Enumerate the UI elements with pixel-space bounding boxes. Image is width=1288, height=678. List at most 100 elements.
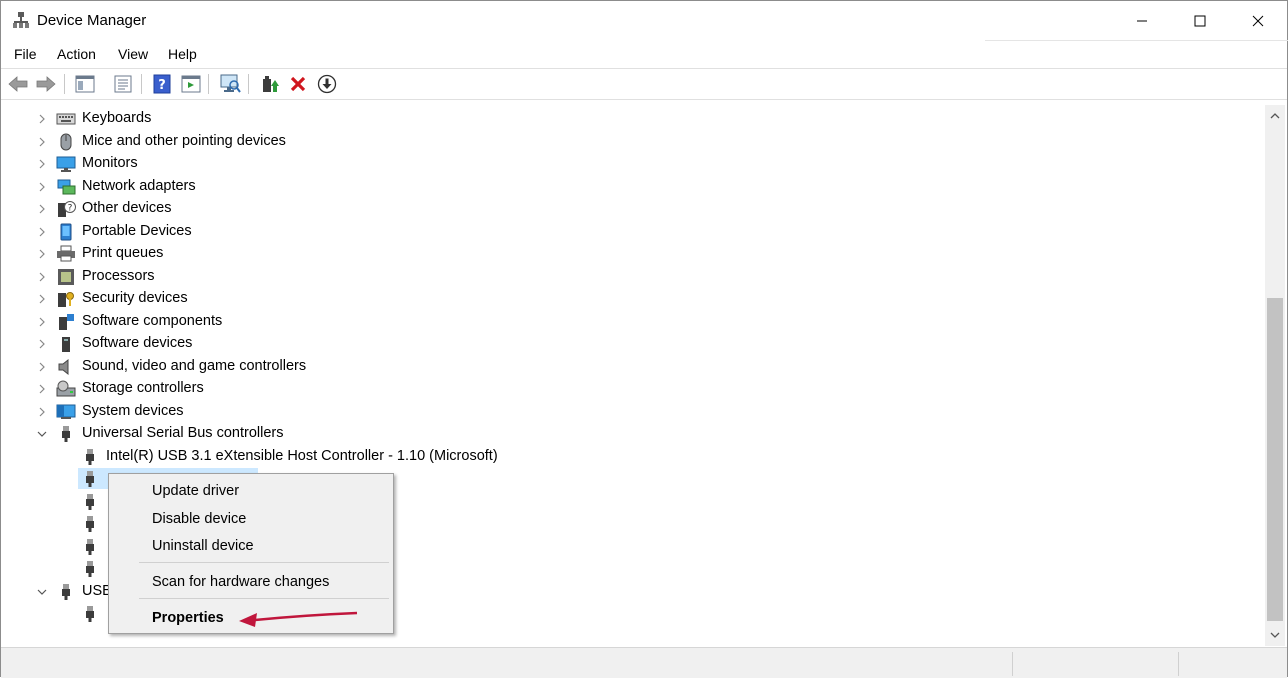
back-arrow-icon [8,76,28,92]
device-manager-window: Device Manager File Action View Help ? K… [0,0,1288,678]
tree-category-item[interactable]: Software devices [4,333,904,355]
chevron-right-icon[interactable] [36,292,48,306]
tree-child-item[interactable]: Intel(R) USB 3.1 eXtensible Host Control… [4,446,904,468]
tree-category-item[interactable]: System devices [4,401,904,423]
action-pane-button[interactable] [180,73,202,95]
properties-toolbar-button[interactable] [112,73,134,95]
system-icon [56,403,76,421]
title-separator [985,40,1288,41]
menu-help[interactable]: Help [168,46,197,62]
tree-category-item[interactable]: Storage controllers [4,378,904,400]
ctx-separator [139,562,389,563]
tree-category-item[interactable]: Mice and other pointing devices [4,131,904,153]
monitor-icon [56,155,76,173]
download-circle-icon [317,74,337,94]
minimize-button[interactable] [1113,1,1171,41]
tree-category-item[interactable]: Print queues [4,243,904,265]
tree-category-item[interactable]: Processors [4,266,904,288]
unknown-device-icon: ? [56,200,76,218]
console-tree-icon [75,75,95,93]
forward-arrow-icon [36,76,56,92]
tree-item-label: System devices [82,402,184,419]
chevron-right-icon[interactable] [36,247,48,261]
help-toolbar-button[interactable]: ? [151,73,173,95]
tree-category-item[interactable]: Network adapters [4,176,904,198]
tree-item-label: Intel(R) USB 3.1 eXtensible Host Control… [106,447,498,464]
usb-icon [80,538,100,556]
chevron-right-icon[interactable] [36,360,48,374]
window-title: Device Manager [37,12,147,29]
ctx-disable-device[interactable]: Disable device [110,506,392,532]
maximize-button[interactable] [1171,1,1229,41]
status-separator [1178,652,1179,676]
chevron-right-icon[interactable] [36,112,48,126]
tree-item-label: Portable Devices [82,222,192,239]
tree-category-item[interactable]: Sound, video and game controllers [4,356,904,378]
chevron-right-icon[interactable] [36,202,48,216]
action-pane-icon [181,75,201,93]
portable-device-icon [56,223,76,241]
scroll-down-arrow[interactable] [1265,626,1285,644]
uninstall-device-button[interactable] [287,73,309,95]
printer-icon [56,245,76,263]
ctx-disable-device-label: Disable device [152,511,247,527]
back-button[interactable] [7,73,29,95]
tree-item-label: Print queues [82,245,164,261]
usb-icon [80,493,100,511]
chevron-right-icon[interactable] [36,382,48,396]
tree-category-item[interactable]: Software components [4,311,904,333]
chevron-right-icon[interactable] [36,157,48,171]
scan-hardware-button[interactable] [219,73,241,95]
update-driver-button[interactable] [259,73,281,95]
forward-button[interactable] [35,73,57,95]
close-button[interactable] [1229,1,1287,41]
chevron-right-icon[interactable] [36,135,48,149]
chevron-right-icon[interactable] [36,405,48,419]
status-separator [1012,652,1013,676]
menu-file[interactable]: File [14,46,37,62]
usb-icon [80,605,100,623]
keyboard-icon [56,110,76,128]
show-hide-console-tree-button[interactable] [74,73,96,95]
menu-bar: File Action View Help [1,43,1287,67]
ctx-update-driver-label: Update driver [152,483,240,499]
help-icon: ? [153,74,171,94]
chevron-up-icon [1270,113,1280,119]
tree-item-label: Software devices [82,335,193,351]
tree-category-item[interactable]: Security devices [4,288,904,310]
tree-category-item[interactable]: Keyboards [4,108,904,130]
usb-icon [80,515,100,533]
chevron-down-icon[interactable] [36,585,48,599]
chevron-right-icon[interactable] [36,337,48,351]
chevron-right-icon[interactable] [36,225,48,239]
usb-icon [80,448,100,466]
chevron-right-icon[interactable] [36,315,48,329]
scrollbar-thumb[interactable] [1267,298,1283,621]
tree-category-item[interactable]: Universal Serial Bus controllers [4,423,904,445]
chevron-right-icon[interactable] [36,270,48,284]
ctx-uninstall-device[interactable]: Uninstall device [110,533,392,559]
toolbar-separator [141,74,142,94]
network-icon [56,178,76,196]
tree-item-label: Universal Serial Bus controllers [82,425,284,441]
menu-action[interactable]: Action [57,46,96,62]
ctx-properties-label: Properties [152,610,224,626]
ctx-update-driver[interactable]: Update driver [110,478,392,504]
tree-category-item[interactable]: ? Other devices [4,198,904,220]
chevron-right-icon[interactable] [36,180,48,194]
tree-category-item[interactable]: Portable Devices [4,221,904,243]
tree-item-label: Processors [82,267,155,284]
speaker-icon [56,358,76,376]
storage-icon [56,380,76,398]
mouse-icon [56,133,76,151]
processor-icon [56,268,76,286]
tree-item-label: Software components [82,312,223,329]
ctx-scan-hardware[interactable]: Scan for hardware changes [110,569,392,595]
scroll-up-arrow[interactable] [1265,107,1285,125]
disable-device-button[interactable] [316,73,338,95]
vertical-scrollbar[interactable] [1265,105,1285,646]
chevron-down-icon[interactable] [36,427,48,441]
tree-category-item[interactable]: Monitors [4,153,904,175]
menu-view[interactable]: View [118,46,148,62]
usb-icon [80,470,100,488]
